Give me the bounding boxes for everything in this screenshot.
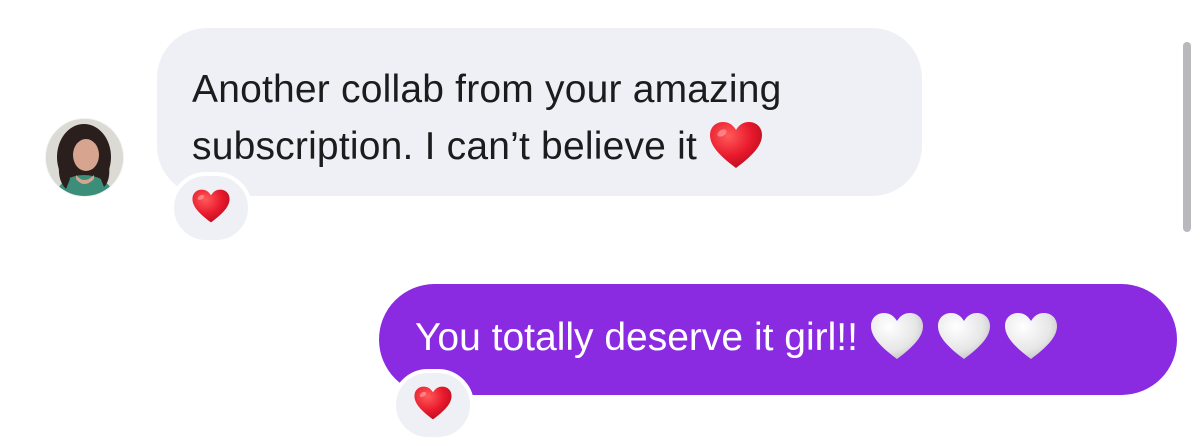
white-heart-icon (936, 311, 992, 361)
outgoing-message-bubble[interactable]: You totally deserve it girl!! (379, 284, 1177, 395)
chat-thread: Another collab from your amazing subscri… (0, 0, 1200, 446)
white-heart-icon (1003, 311, 1059, 361)
red-heart-icon (191, 188, 231, 229)
incoming-message-text: Another collab from your amazing subscri… (192, 68, 782, 170)
outgoing-reaction-badge[interactable] (392, 369, 474, 441)
scrollbar-thumb[interactable] (1183, 42, 1191, 232)
incoming-message-bubble[interactable]: Another collab from your amazing subscri… (157, 28, 922, 196)
red-heart-icon (708, 120, 764, 170)
avatar-photo-icon (46, 119, 123, 196)
white-heart-icon (869, 311, 925, 361)
incoming-reaction-badge[interactable] (170, 172, 252, 244)
sender-avatar[interactable] (46, 119, 123, 196)
red-heart-icon (413, 385, 453, 426)
outgoing-message-text: You totally deserve it girl!! (415, 316, 858, 359)
